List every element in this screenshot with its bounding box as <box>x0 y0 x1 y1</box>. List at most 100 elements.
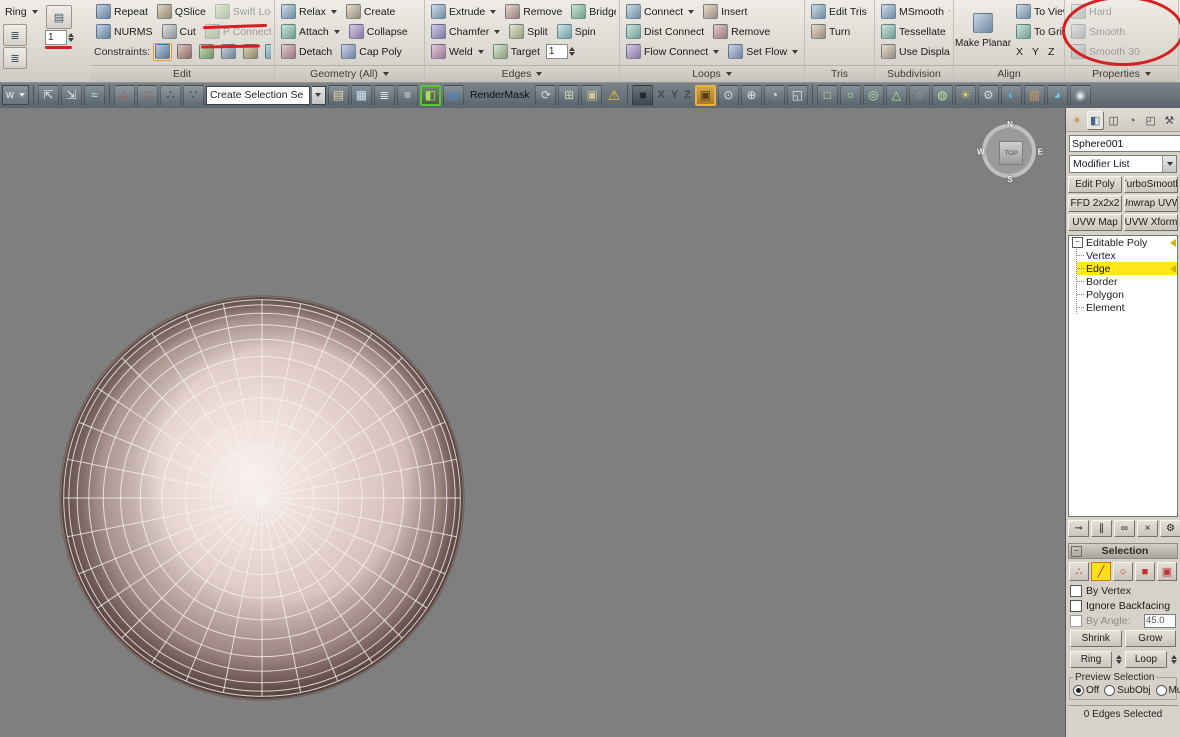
set-flow-button[interactable]: Set Flow <box>725 43 801 60</box>
ffd-2x2x2-button[interactable]: FFD 2x2x2 <box>1068 195 1122 212</box>
named-selection-4-icon[interactable]: ∵ <box>183 85 204 106</box>
uvw-map-button[interactable]: UVW Map <box>1068 214 1122 231</box>
insert-loop-button[interactable]: Insert <box>700 3 750 20</box>
constraint-face-button[interactable] <box>197 43 216 61</box>
remove-modifier-button[interactable]: × <box>1137 520 1158 537</box>
ring-button[interactable]: Ring <box>1070 651 1112 668</box>
spin-button[interactable]: Spin <box>554 23 599 40</box>
qslice-button[interactable]: QSlice <box>154 3 209 20</box>
pan-icon[interactable]: ⊕ <box>741 85 762 106</box>
named-selection-1-icon[interactable]: ∴ <box>114 85 135 106</box>
ribbon-menu-bottom-icon[interactable]: ≣ <box>3 47 27 69</box>
border-mode-button[interactable]: ○ <box>1113 562 1133 581</box>
selection-rollout-header[interactable]: − Selection <box>1068 543 1178 559</box>
section-label-edit[interactable]: Edit <box>90 65 274 82</box>
section-label-loops[interactable]: Loops <box>620 65 804 82</box>
tweak-uvs-button[interactable] <box>263 43 271 61</box>
show-end-result-button[interactable]: ∥ <box>1091 520 1112 537</box>
p-connect-button[interactable]: P Connect <box>202 23 271 40</box>
element-mode-button[interactable]: ▣ <box>1157 562 1177 581</box>
edit-tris-button[interactable]: Edit Tris <box>808 3 870 20</box>
tab-display[interactable]: ◰ <box>1142 111 1160 130</box>
teapot-primitive-icon[interactable]: ◍ <box>932 85 953 106</box>
stack-item-editable-poly[interactable]: −Editable Poly <box>1069 236 1177 249</box>
sun-icon[interactable]: ☀ <box>955 85 976 106</box>
ribbon-menu-top-icon[interactable]: ≣ <box>3 24 27 46</box>
viewport[interactable]: TOP N S W E <box>0 108 1065 737</box>
repeat-button[interactable]: Repeat <box>93 3 151 20</box>
paste-icon[interactable]: ≡ <box>397 85 418 106</box>
section-label-properties[interactable]: Properties <box>1065 65 1178 82</box>
weld-button[interactable]: Weld <box>428 43 487 60</box>
detach-button[interactable]: Detach <box>278 43 335 60</box>
constraint-edge-button[interactable] <box>175 43 194 61</box>
warning-icon[interactable]: ⚠ <box>604 86 623 105</box>
help-icon[interactable]: ◉ <box>1070 85 1091 106</box>
edit-poly-button[interactable]: Edit Poly <box>1068 176 1122 193</box>
preview-option-mul[interactable]: Mul <box>1156 685 1180 696</box>
render-setup-icon[interactable]: ▥ <box>1024 85 1045 106</box>
configure-modifier-sets-button[interactable]: ⚙ <box>1160 520 1180 537</box>
safe-frame-icon[interactable]: ▣ <box>581 85 602 106</box>
extrude-button[interactable]: Extrude <box>428 3 499 20</box>
attach-button[interactable]: Attach <box>278 23 343 40</box>
stack-item-border[interactable]: Border <box>1077 275 1177 288</box>
sphere-primitive-icon[interactable]: ○ <box>840 85 861 106</box>
section-label-geometry-all[interactable]: Geometry (All) <box>275 65 424 82</box>
tab-hierarchy[interactable]: ◫ <box>1105 111 1123 130</box>
chamfer-button[interactable]: Chamfer <box>428 23 503 40</box>
align-to-grid-button[interactable]: To Grid <box>1013 23 1065 40</box>
shrink-button[interactable]: Shrink <box>1070 630 1122 647</box>
by-vertex-checkbox[interactable] <box>1070 585 1082 597</box>
ring-dropdown[interactable]: Ring <box>2 5 41 19</box>
dist-connect-button[interactable]: Dist Connect <box>623 23 707 40</box>
constraint-normal-button[interactable] <box>219 43 238 61</box>
tab-modify[interactable]: ◧ <box>1087 111 1105 130</box>
polygon-mode-button[interactable]: ■ <box>1135 562 1155 581</box>
object-name-field[interactable] <box>1069 135 1180 152</box>
spinner-arrows-icon[interactable] <box>68 33 74 42</box>
turbosmooth-button[interactable]: TurboSmooth <box>1124 176 1178 193</box>
split-button[interactable]: Split <box>506 23 550 40</box>
torus-primitive-icon[interactable]: ◌ <box>909 85 930 106</box>
viewport-shade-icon[interactable]: ■ <box>632 85 653 106</box>
relax-button[interactable]: Relax <box>278 3 340 20</box>
stack-item-polygon[interactable]: Polygon <box>1077 288 1177 301</box>
smooth-edge-button[interactable]: Smooth <box>1068 23 1128 40</box>
constraint-none-button[interactable] <box>153 43 172 61</box>
chevron-down-icon[interactable] <box>312 86 326 105</box>
preserve-uvs-button[interactable] <box>241 43 260 61</box>
by-angle-field[interactable] <box>1144 614 1176 628</box>
ignore-backfacing-checkbox[interactable] <box>1070 600 1082 612</box>
orbit-icon[interactable]: ◔ <box>764 85 785 106</box>
align-z-button[interactable]: Z <box>1045 45 1057 59</box>
hard-edge-button[interactable]: Hard <box>1068 3 1115 20</box>
tessellate-button[interactable]: Tessellate <box>878 23 950 40</box>
select-by-name-icon[interactable]: ▤ <box>328 85 349 106</box>
section-label-align[interactable]: Align <box>954 65 1064 82</box>
loop-spinner[interactable] <box>1171 655 1177 664</box>
grow-button[interactable]: Grow <box>1125 630 1177 647</box>
connect-button[interactable]: Connect <box>623 3 697 20</box>
uvw-xform-button[interactable]: UVW Xform <box>1124 214 1178 231</box>
stack-item-vertex[interactable]: Vertex <box>1077 249 1177 262</box>
edge-weight-spinner[interactable]: 1 <box>546 44 575 59</box>
section-label-edges[interactable]: Edges <box>425 65 619 82</box>
unlink-selection-icon[interactable]: ⇲ <box>61 85 82 106</box>
align-x-button[interactable]: X <box>1013 45 1026 59</box>
zoom-icon[interactable]: ⊙ <box>718 85 739 106</box>
cylinder-primitive-icon[interactable]: ◎ <box>863 85 884 106</box>
preview-option-subobj[interactable]: SubObj <box>1104 685 1150 696</box>
ring-spinner[interactable] <box>1116 655 1122 664</box>
make-unique-button[interactable]: ∞ <box>1114 520 1135 537</box>
section-label-subdivision[interactable]: Subdivision <box>875 65 953 82</box>
remove-loop-button[interactable]: Remove <box>710 23 773 40</box>
polygon-modeling-icon[interactable]: ▤ <box>46 5 72 29</box>
cap-poly-button[interactable]: Cap Poly <box>338 43 405 60</box>
refresh-icon[interactable]: ⟳ <box>535 85 556 106</box>
gear-icon[interactable]: ⚙ <box>978 85 999 106</box>
loop-button[interactable]: Loop <box>1125 651 1167 668</box>
render-icon[interactable]: ◕ <box>1047 85 1068 106</box>
globe-icon[interactable]: ◍ <box>443 85 464 106</box>
region-select-icon[interactable]: ▦ <box>351 85 372 106</box>
